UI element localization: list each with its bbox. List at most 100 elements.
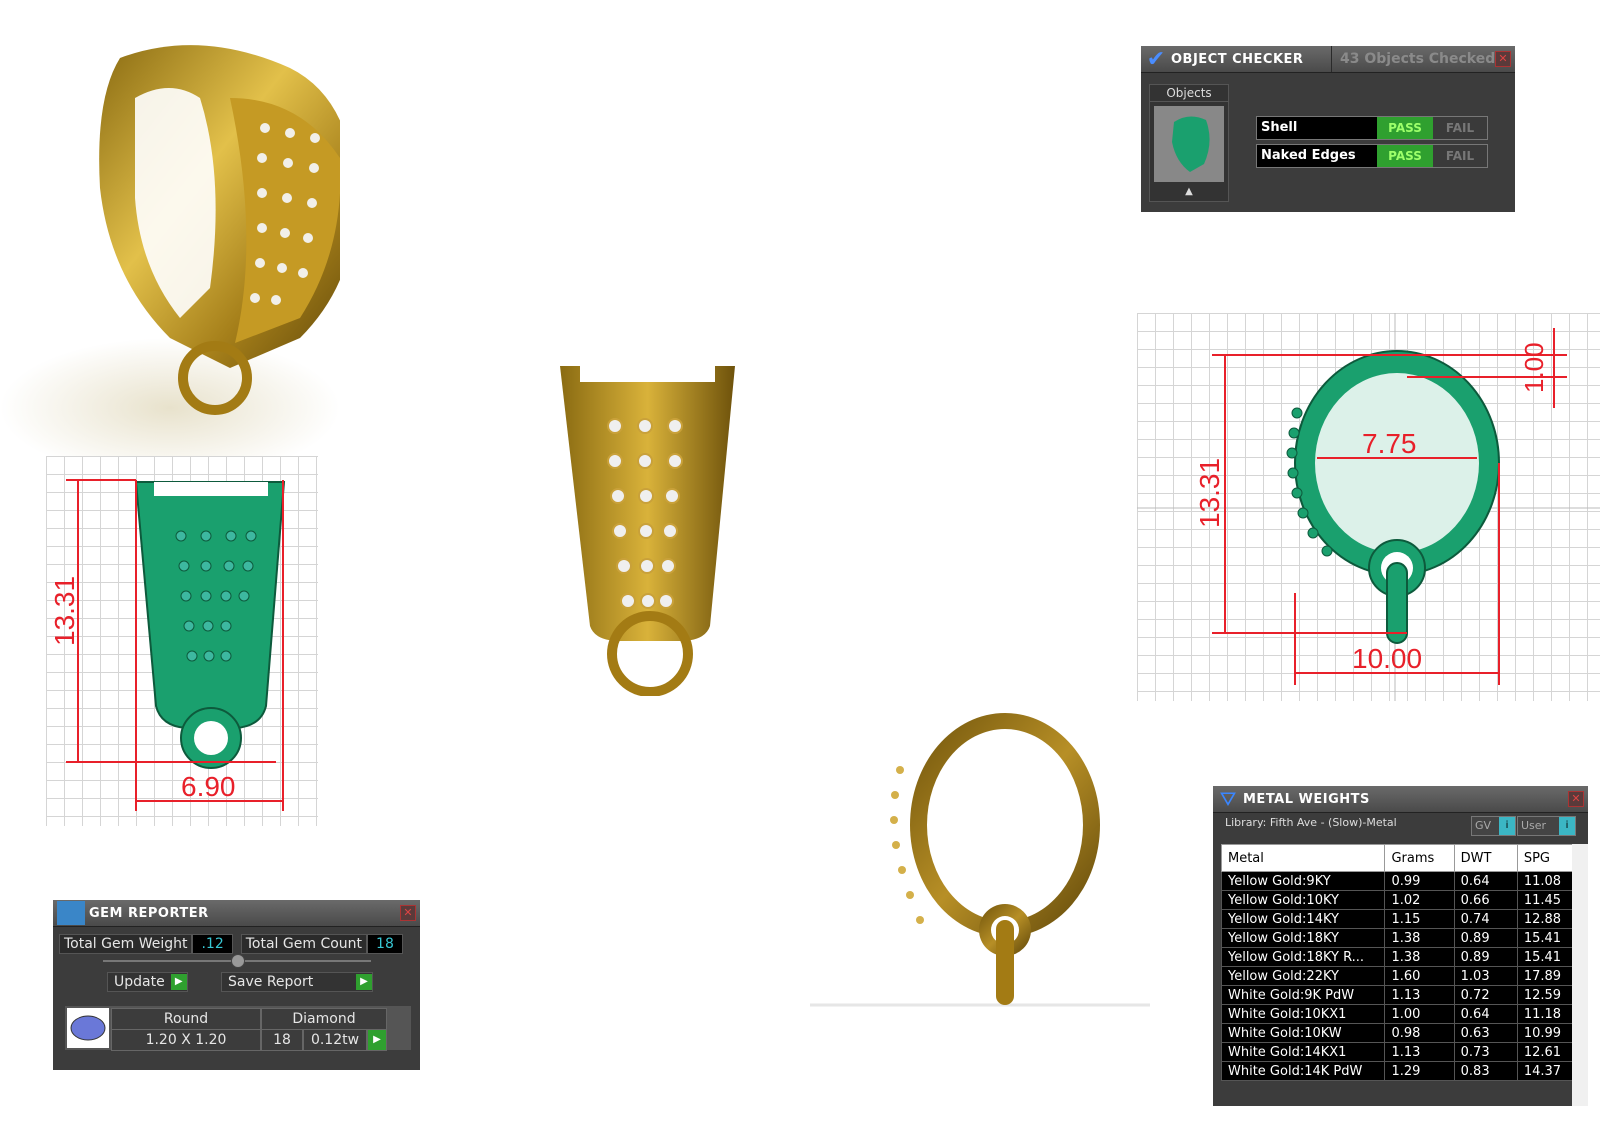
table-cell: 0.72 [1453,985,1518,1005]
metal-weights-panel: ⛛ METAL WEIGHTS ✕ Library: Fifth Ave - (… [1213,786,1588,1106]
play-icon: ▶ [170,974,187,990]
table-cell: Yellow Gold:9KY [1220,871,1386,891]
close-icon[interactable]: ✕ [1495,51,1511,67]
check-shell: Shell PASS FAIL [1256,116,1488,140]
pass-button[interactable]: PASS [1377,145,1433,167]
column-header-grams[interactable]: Grams [1384,844,1455,872]
gv-toggle[interactable]: GV i [1471,816,1516,836]
table-cell: White Gold:9K PdW [1220,985,1386,1005]
table-row[interactable]: White Gold:9K PdW 1.13 0.72 12.59 [1220,985,1582,1005]
table-cell: 1.38 [1384,947,1455,967]
column-header-dwt[interactable]: DWT [1453,844,1518,872]
table-cell: 1.15 [1384,909,1455,929]
table-cell: 1.13 [1384,985,1455,1005]
table-cell: 0.64 [1453,1004,1518,1024]
update-label: Update [114,974,165,990]
gem-row[interactable]: Round Diamond 1.20 X 1.20 18 0.12tw ▶ [65,1006,411,1051]
table-cell: White Gold:10KW [1220,1023,1386,1043]
objects-checked-tab[interactable]: 43 Objects Checked [1331,46,1500,72]
play-icon: ▶ [356,974,372,990]
table-cell: 0.73 [1453,1042,1518,1062]
total-gem-count-label: Total Gem Count [240,934,368,954]
side-view-drawing: 13.31 7.75 10.00 1.00 [1137,313,1600,701]
play-icon[interactable]: ▶ [367,1029,387,1051]
round-gem-icon [67,1008,109,1048]
table-row[interactable]: Yellow Gold:22KY 1.60 1.03 17.89 [1220,966,1582,986]
close-icon[interactable]: ✕ [400,905,416,921]
pass-button[interactable]: PASS [1377,117,1433,139]
gem-size: 1.20 X 1.20 [111,1029,261,1051]
check-label: Naked Edges [1261,148,1356,163]
metal-weights-table: Metal Grams DWT SPG Yellow Gold:9KY 0.99 0… [1220,844,1582,1081]
slider-handle[interactable] [231,954,245,968]
save-report-button[interactable]: Save Report ▶ [221,972,373,992]
table-cell: Yellow Gold:14KY [1220,909,1386,929]
metal-weights-icon: ⛛ [1219,787,1237,811]
table-cell: 0.83 [1453,1061,1518,1081]
side-height-label: 13.31 [1194,458,1225,528]
table-row[interactable]: Yellow Gold:14KY 1.15 0.74 12.88 [1220,909,1582,929]
table-cell: 0.99 [1384,871,1455,891]
save-report-label: Save Report [228,974,314,990]
objects-list: Objects ▲ [1149,84,1229,202]
objects-header: Objects [1150,85,1228,102]
object-checker-panel: ✔ OBJECT CHECKER 43 Objects Checked ✕ Ob… [1141,46,1515,212]
table-row[interactable]: White Gold:14KX1 1.13 0.73 12.61 [1220,1042,1582,1062]
table-cell: 1.38 [1384,928,1455,948]
table-cell: 0.66 [1453,890,1518,910]
gem-reporter-title: GEM REPORTER [89,905,209,921]
table-cell: White Gold:14K PdW [1220,1061,1386,1081]
object-thumbnail[interactable] [1154,106,1224,182]
side-width-label: 10.00 [1352,643,1422,674]
table-cell: 1.13 [1384,1042,1455,1062]
object-checker-titlebar: ✔ OBJECT CHECKER 43 Objects Checked ✕ [1141,46,1515,73]
table-cell: Yellow Gold:22KY [1220,966,1386,986]
table-cell: White Gold:14KX1 [1220,1042,1386,1062]
column-header-metal[interactable]: Metal [1220,844,1386,872]
table-cell: Yellow Gold:10KY [1220,890,1386,910]
front-view-drawing: 13.31 6.90 [46,456,318,826]
user-label: User [1521,819,1547,832]
user-toggle[interactable]: User i [1517,816,1576,836]
bail-shape-icon [1172,116,1210,172]
front-width-label: 6.90 [181,771,236,802]
fail-button[interactable]: FAIL [1433,117,1487,139]
total-gem-weight-value: .12 [192,934,233,954]
library-label: Library: Fifth Ave - (Slow)-Metal [1225,816,1397,829]
table-row[interactable]: White Gold:10KX1 1.00 0.64 11.18 [1220,1004,1582,1024]
close-icon[interactable]: ✕ [1568,791,1584,807]
total-gem-count-value: 18 [367,934,403,954]
panel-slider[interactable] [103,954,371,968]
check-naked-edges: Naked Edges PASS FAIL [1256,144,1488,168]
gem-count: 18 [261,1029,303,1051]
table-cell: 0.98 [1384,1023,1455,1043]
table-row[interactable]: Yellow Gold:9KY 0.99 0.64 11.08 [1220,871,1582,891]
scroll-up-icon[interactable]: ▲ [1150,186,1228,197]
table-row[interactable]: Yellow Gold:10KY 1.02 0.66 11.45 [1220,890,1582,910]
table-row[interactable]: White Gold:10KW 0.98 0.63 10.99 [1220,1023,1582,1043]
table-cell: 1.29 [1384,1061,1455,1081]
gem-material: Diamond [261,1008,387,1030]
gem-total-weight: 0.12tw [303,1029,367,1051]
object-checker-title: OBJECT CHECKER [1171,51,1304,67]
bail-render-side [810,713,1150,1007]
metal-weights-title: METAL WEIGHTS [1243,791,1370,807]
vertical-scrollbar[interactable] [1572,844,1588,1106]
update-button[interactable]: Update ▶ [107,972,188,992]
gem-shape: Round [111,1008,261,1030]
table-row[interactable]: Yellow Gold:18KY R... 1.38 0.89 15.41 [1220,947,1582,967]
table-cell: 0.89 [1453,928,1518,948]
fail-button[interactable]: FAIL [1433,145,1487,167]
gem-reporter-panel: GEM REPORTER ✕ Total Gem Weight .12 Tota… [53,900,420,1070]
table-cell: Yellow Gold:18KY [1220,928,1386,948]
table-cell: White Gold:10KX1 [1220,1004,1386,1024]
table-row[interactable]: Yellow Gold:18KY 1.38 0.89 15.41 [1220,928,1582,948]
table-cell: 1.00 [1384,1004,1455,1024]
check-label: Shell [1261,120,1298,135]
table-row[interactable]: White Gold:14K PdW 1.29 0.83 14.37 [1220,1061,1582,1081]
side-inner-label: 7.75 [1362,428,1417,459]
metal-weights-titlebar: ⛛ METAL WEIGHTS ✕ [1213,786,1588,813]
front-height-label: 13.31 [49,576,80,646]
table-cell: 1.60 [1384,966,1455,986]
gem-reporter-titlebar: GEM REPORTER ✕ [53,900,420,927]
